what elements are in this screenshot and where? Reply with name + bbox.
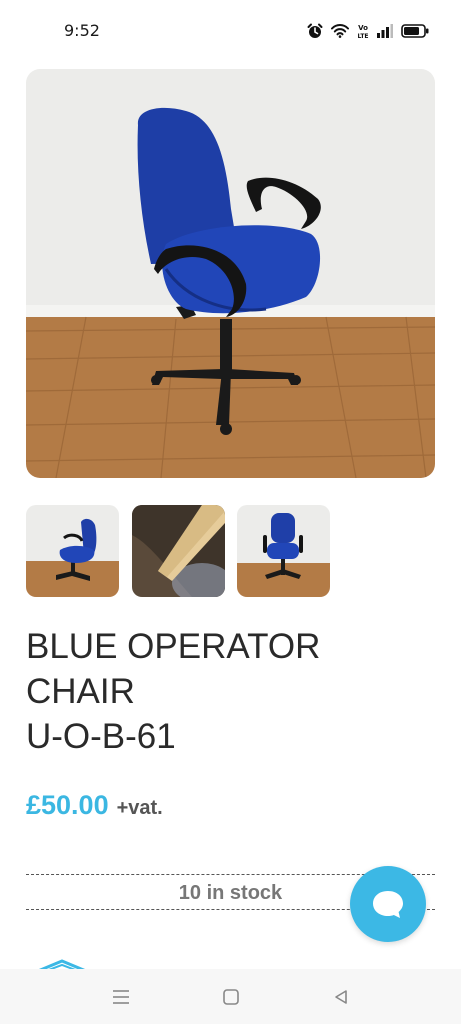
product-main-image[interactable] [26,69,435,478]
product-price: £50.00 [26,790,109,820]
signal-icon [377,24,393,38]
back-icon[interactable] [330,986,352,1008]
chat-bubble-icon [373,891,403,918]
product-title: BLUE OPERATOR CHAIR U-O-B-61 [26,624,426,759]
stock-text: 10 in stock [178,882,283,904]
product-title-line-3: U-O-B-61 [26,717,176,756]
battery-icon [401,24,429,38]
thumbnail-chair-detail[interactable] [132,505,225,597]
volte-icon: Vo LTE [357,23,369,39]
status-bar: 9:52 Vo LTE [0,0,461,62]
status-time: 9:52 [64,21,100,40]
status-icons: Vo LTE [307,22,429,40]
alarm-icon [307,23,323,38]
thumbnail-chair-side[interactable] [26,505,119,597]
svg-text:Vo: Vo [358,24,368,32]
svg-text:LTE: LTE [357,33,368,39]
wifi-icon [331,24,349,38]
vat-label: +vat. [116,797,163,819]
product-title-line-1: BLUE OPERATOR [26,627,321,666]
chat-button[interactable] [350,866,426,942]
thumbnail-chair-back[interactable] [237,505,330,597]
system-nav-bar [0,969,461,1024]
price-row: £50.00 +vat. [26,790,163,821]
menu-icon[interactable] [110,986,132,1008]
home-icon[interactable] [220,986,242,1008]
product-title-line-2: CHAIR [26,672,135,711]
